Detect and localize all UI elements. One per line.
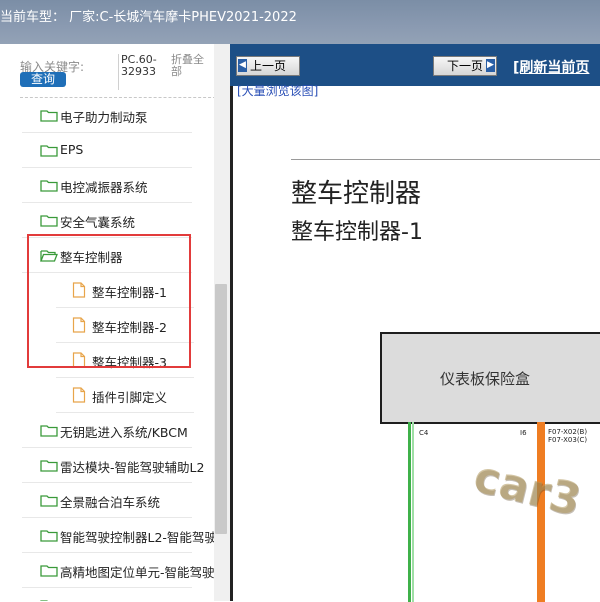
tree-item[interactable]: 电子助力制动泵 [22,98,192,133]
pin-label-x02: F07-X02(B) [548,428,588,436]
document-subtitle: 整车控制器-1 [291,220,423,245]
tree-item-label: 高精地图定位单元-智能驾驶 [60,565,215,580]
highlight-box [27,234,191,368]
tree-item-label: 雷达模块-智能驾驶辅助L2 [60,460,205,475]
pin-label-connector: F07-X02(B) F07-X03(C) [548,428,587,444]
next-page-button[interactable]: 下一页 ▶ [433,56,497,76]
tree-item[interactable]: 插件引脚定义 [56,378,194,413]
pin-label-mid: I6 [520,429,527,437]
tree-item[interactable]: 雷达模块-智能驾驶辅助L2 [22,448,204,483]
search-area: 输入关键字: 查询 PC.60-32933 折叠全部 [0,44,216,98]
next-page-label: 下一页 [446,59,483,73]
tree-item-label: 安全气囊系统 [60,215,136,230]
window-titlebar: 当前车型： 厂家:C-长城汽车摩卡PHEV2021-2022 [0,0,600,44]
view-large-link[interactable]: [大量浏览该图] [237,82,318,99]
tree-item[interactable]: 高精地图定位单元-智能驾驶 [22,553,215,588]
tree-scrollbar-thumb[interactable] [215,284,227,534]
refresh-page-link[interactable]: [刷新当前页 [513,57,589,77]
header-rule [291,159,600,160]
document-title: 整车控制器 [291,179,422,209]
tree-item-label: 无钥匙进入系统/KBCM [60,425,188,440]
tree-item-label: 全景融合泊车系统 [60,495,161,510]
tree-panel: 输入关键字: 查询 PC.60-32933 折叠全部 电子助力制动泵 EPS 电控减… [0,44,230,601]
prev-page-button[interactable]: ◀ 上一页 [236,56,300,76]
search-button[interactable]: 查询 [20,72,66,87]
arrow-right-icon: ▶ [486,59,495,72]
fusebox-label: 仪表板保险盒 [440,370,531,388]
viewer-panel: ◀ 上一页 下一页 ▶ [刷新当前页 [大量浏览该图] 整车控制器 整车控制器-… [230,44,600,602]
tree-item[interactable]: 全景融合泊车系统 [22,483,192,518]
tree-item[interactable]: 前角雷达及后并线辅助雷达 [22,588,210,601]
tree-item[interactable]: 安全气囊系统 [22,203,192,238]
pin-label-x03: F07-X03(C) [548,436,588,444]
tree-item[interactable]: 智能驾驶控制器L2-智能驾驶 [22,518,217,553]
tree-item[interactable]: 电控减振器系统 [22,168,192,203]
fusebox-block: 仪表板保险盒 [380,332,600,424]
tree-item-label: 插件引脚定义 [92,390,168,405]
green-wire-stripe [412,422,414,602]
tree-item-label: 前角雷达及后并线辅助雷达 [60,597,210,601]
tree-item[interactable]: 无钥匙进入系统/KBCM [22,413,192,448]
green-wire [408,422,411,602]
tree-item-label: 智能驾驶控制器L2-智能驾驶 [60,530,217,545]
page-toolbar: ◀ 上一页 下一页 ▶ [刷新当前页 [230,44,600,86]
pin-label-c4: C4 [419,429,429,437]
tree-item-label: EPS [60,142,84,157]
keyword-input[interactable]: PC.60-32933 [118,54,167,90]
collapse-all-link[interactable]: 折叠全部 [171,54,211,78]
prev-page-label: 上一页 [249,59,286,73]
window-title: 当前车型： 厂家:C-长城汽车摩卡PHEV2021-2022 [0,10,297,25]
watermark: car3 [468,451,586,527]
arrow-left-icon: ◀ [238,59,247,72]
tree-item-label: 电子助力制动泵 [60,110,148,125]
tree-item-label: 电控减振器系统 [60,180,148,195]
document-view: [大量浏览该图] 整车控制器 整车控制器-1 仪表板保险盒 C4 I6 F07-… [230,84,600,602]
tree-item[interactable]: EPS [22,133,192,168]
